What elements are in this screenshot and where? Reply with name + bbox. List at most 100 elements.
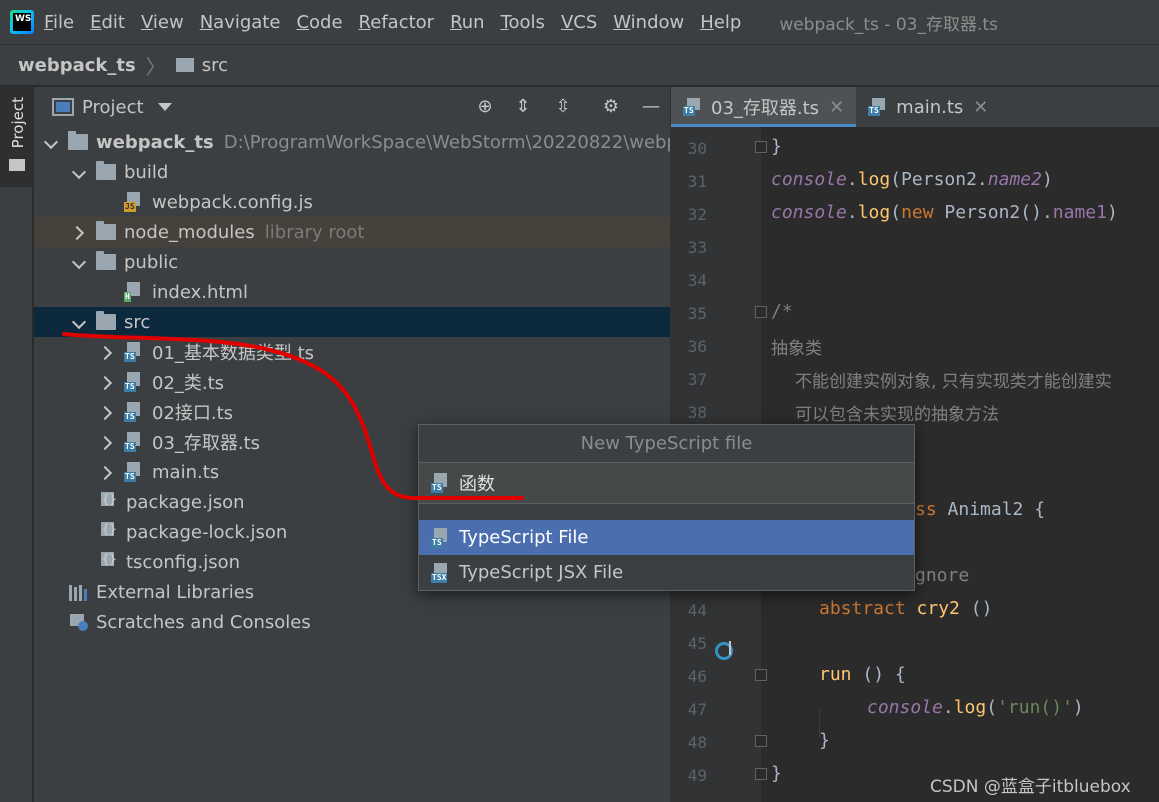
tree-item-src[interactable]: src	[34, 307, 670, 337]
code-line-31[interactable]: console.log(Person2.name2)	[771, 169, 1053, 190]
chevron-down-icon[interactable]	[72, 165, 86, 179]
chevron-down-icon[interactable]	[157, 103, 172, 111]
tree-item-label: index.html	[152, 281, 248, 303]
code-line-32[interactable]: console.log(new Person2().name1)	[771, 202, 1118, 223]
tree-item-label: 01_基本数据类型.ts	[152, 343, 315, 364]
option-label: TypeScript File	[459, 527, 589, 548]
locate-icon[interactable]: ⊕	[474, 96, 496, 118]
tree-item-ts-file[interactable]: TS 02接口.ts	[34, 397, 670, 427]
menu-navigate[interactable]: Navigate	[200, 12, 281, 33]
menu-view[interactable]: View	[141, 12, 184, 33]
line-number: 38	[687, 403, 707, 422]
line-number: 33	[687, 238, 707, 257]
code-line-37[interactable]: 不能创建实例对象, 只有实现类才能创建实	[795, 367, 1112, 392]
menu-help[interactable]: Help	[700, 12, 741, 33]
line-number: 31	[687, 172, 707, 191]
folder-icon	[9, 159, 25, 171]
menu-vcs[interactable]: VCS	[561, 12, 597, 33]
code-line-44[interactable]: abstract cry2 ()	[819, 598, 992, 619]
gear-icon[interactable]: ⚙	[600, 96, 622, 118]
chevron-right-icon[interactable]	[72, 225, 86, 239]
file-name-input[interactable]: TS 函数	[419, 462, 914, 504]
line-number: 46	[687, 667, 707, 686]
tree-item-ts-file[interactable]: TS 02_类.ts	[34, 367, 670, 397]
project-tab-label: Project	[9, 97, 27, 149]
code-line-30[interactable]: }	[771, 136, 782, 157]
override-method-icon[interactable]	[715, 639, 735, 660]
editor-tab-main[interactable]: TS main.ts ✕	[856, 87, 1000, 127]
tree-item-ts-file[interactable]: TS 01_基本数据类型.ts	[34, 337, 670, 367]
json-file-icon: {}	[101, 552, 117, 566]
folder-icon	[96, 221, 116, 240]
chevron-right-icon[interactable]	[100, 375, 114, 389]
menu-window[interactable]: Window	[613, 12, 684, 33]
code-line-49[interactable]: }	[771, 763, 782, 784]
close-icon[interactable]: ✕	[973, 97, 988, 118]
tree-item-build[interactable]: build	[34, 157, 670, 187]
tree-item-webpack-ts[interactable]: webpack_ts D:\ProgramWorkSpace\WebStorm\…	[34, 127, 670, 157]
chevron-right-icon[interactable]	[100, 465, 114, 479]
tree-item-index-html[interactable]: H index.html	[34, 277, 670, 307]
editor-tab-accessor[interactable]: TS 03_存取器.ts ✕	[671, 87, 857, 127]
expand-all-icon[interactable]: ⇕	[512, 96, 534, 118]
chevron-right-icon[interactable]	[100, 345, 114, 359]
folder-icon	[68, 131, 88, 150]
breadcrumb-project[interactable]: webpack_ts	[18, 55, 136, 76]
tree-item-node-modules[interactable]: node_modules library root	[34, 217, 670, 247]
close-icon[interactable]: ✕	[829, 97, 844, 118]
menu-run[interactable]: Run	[450, 12, 485, 33]
collapse-all-icon[interactable]: ⇳	[552, 96, 574, 118]
chevron-down-icon[interactable]	[44, 135, 58, 149]
tsx-file-icon: TSX	[431, 562, 451, 583]
line-number: 48	[687, 733, 707, 752]
tree-item-label: 03_存取器.ts	[152, 433, 261, 454]
ts-file-icon: TS	[124, 372, 144, 392]
menu-tools[interactable]: Tools	[501, 12, 545, 33]
line-number: 37	[687, 370, 707, 389]
menu-edit[interactable]: Edit	[90, 12, 125, 33]
tree-item-scratches[interactable]: Scratches and Consoles	[34, 607, 670, 637]
option-typescript-file[interactable]: TS TypeScript File	[419, 520, 914, 555]
fold-icon[interactable]	[755, 768, 767, 780]
project-panel-title[interactable]: Project	[82, 97, 144, 118]
menu-file[interactable]: File	[44, 12, 74, 33]
window-title: webpack_ts - 03_存取器.ts	[779, 14, 998, 35]
new-typescript-file-dialog: New TypeScript file TS 函数 TS TypeScript …	[418, 424, 915, 591]
folder-icon	[96, 311, 116, 330]
code-line-46[interactable]: run () {	[819, 664, 906, 685]
tree-item-label: package.json	[126, 491, 245, 513]
chevron-right-icon[interactable]	[100, 405, 114, 419]
option-typescript-jsx-file[interactable]: TSX TypeScript JSX File	[419, 555, 914, 590]
code-line-38[interactable]: 可以包含未实现的抽象方法	[795, 400, 999, 425]
ts-file-icon: TS	[683, 98, 703, 116]
chevron-right-icon[interactable]	[100, 435, 114, 449]
tree-item-public[interactable]: public	[34, 247, 670, 277]
line-number: 36	[687, 337, 707, 356]
ts-file-icon: TS	[124, 342, 144, 362]
code-line-43[interactable]: gnore	[915, 565, 969, 586]
line-number: 49	[687, 766, 707, 785]
fold-icon[interactable]	[755, 735, 767, 747]
menu-refactor[interactable]: Refactor	[359, 12, 435, 33]
menu-code[interactable]: Code	[296, 12, 342, 33]
code-line-48[interactable]: }	[819, 730, 830, 751]
tree-item-label: webpack.config.js	[152, 191, 313, 213]
code-line-42[interactable]: ss Animal2 {	[915, 499, 1045, 520]
code-line-47[interactable]: console.log('run()')	[867, 697, 1084, 718]
hide-icon[interactable]: —	[640, 96, 662, 118]
fold-icon[interactable]	[755, 669, 767, 681]
fold-icon[interactable]	[755, 141, 767, 153]
json-file-icon: {}	[101, 492, 117, 506]
code-line-35[interactable]: /*	[771, 301, 793, 322]
project-tool-window-tab[interactable]: Project	[0, 87, 33, 187]
webstorm-logo-icon[interactable]: WS	[10, 10, 34, 34]
code-line-36[interactable]: 抽象类	[771, 334, 822, 359]
tree-item-webpack-config[interactable]: JS webpack.config.js	[34, 187, 670, 217]
project-panel-header: Project ⊕ ⇕ ⇳ ⚙ —	[34, 87, 670, 127]
option-label: TypeScript JSX File	[459, 562, 624, 583]
tree-item-label: tsconfig.json	[126, 551, 241, 573]
chevron-down-icon[interactable]	[72, 315, 86, 329]
chevron-down-icon[interactable]	[72, 255, 86, 269]
breadcrumb-src[interactable]: src	[202, 55, 228, 76]
fold-icon[interactable]	[755, 306, 767, 318]
